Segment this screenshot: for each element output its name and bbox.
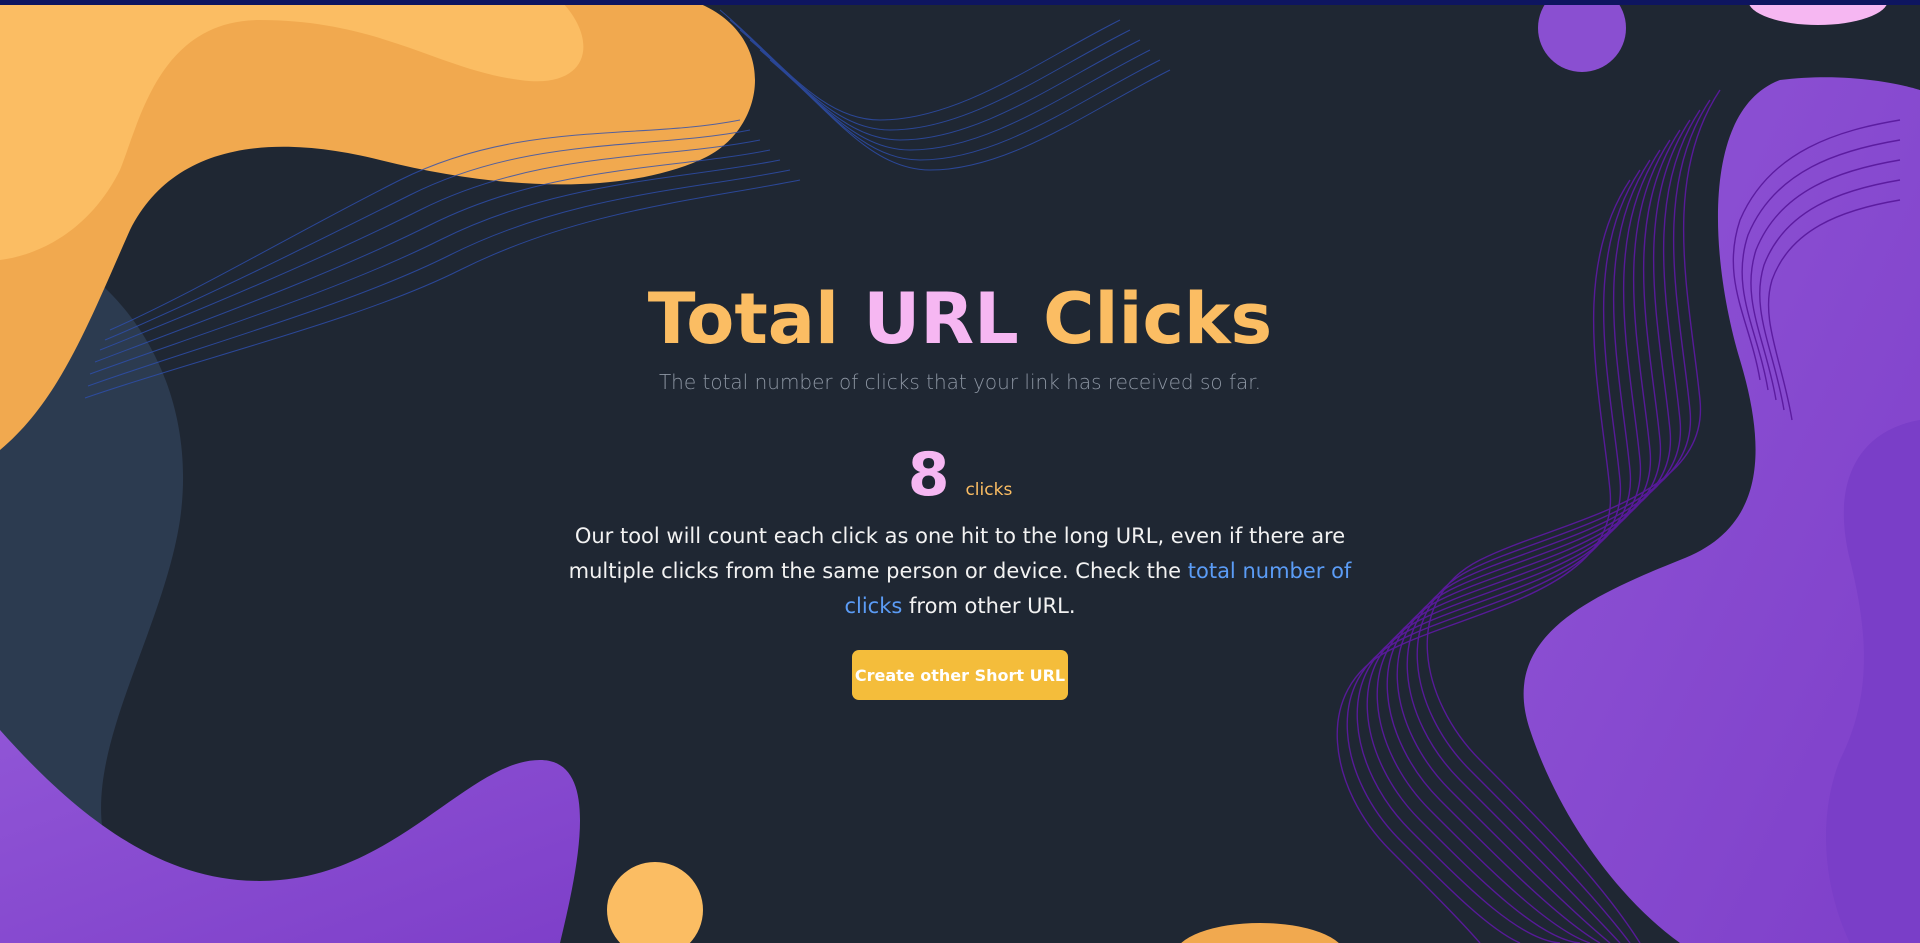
top-accent-bar — [0, 0, 1920, 5]
page: Total URL Clicks The total number of cli… — [0, 0, 1920, 943]
click-count-value: 8 — [907, 440, 950, 510]
create-short-url-button[interactable]: Create other Short URL — [852, 650, 1068, 700]
click-count-display: 8 clicks — [0, 440, 1920, 510]
description-text-after: from other URL. — [909, 594, 1076, 618]
description-text: Our tool will count each click as one hi… — [540, 519, 1380, 624]
click-count-unit: clicks — [965, 480, 1013, 500]
page-subtitle: The total number of clicks that your lin… — [658, 370, 1262, 394]
title-word-total: Total — [647, 278, 840, 360]
page-title: Total URL Clicks — [0, 278, 1920, 360]
main-content: Total URL Clicks The total number of cli… — [0, 0, 1920, 943]
title-word-url: URL — [863, 278, 1019, 360]
title-word-clicks: Clicks — [1043, 278, 1273, 360]
